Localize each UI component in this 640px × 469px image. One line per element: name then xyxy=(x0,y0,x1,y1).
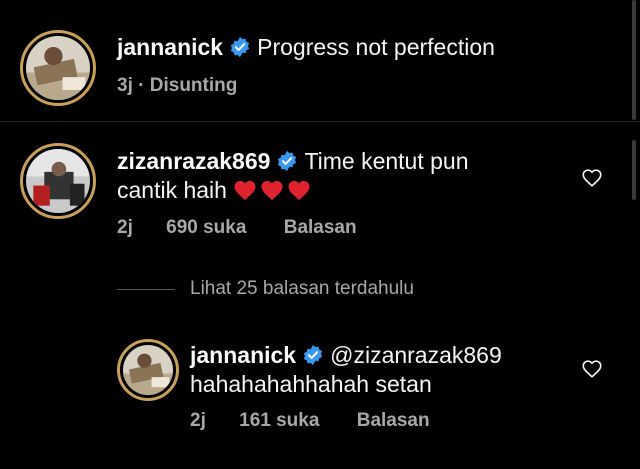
reply-avatar[interactable] xyxy=(117,339,179,401)
heart-emoji-icon xyxy=(287,179,311,201)
comment-username[interactable]: zizanrazak869 xyxy=(117,148,270,174)
reply-line-2: hahahahahhahah setan xyxy=(190,370,432,398)
reply-time: 2j xyxy=(190,410,206,431)
caption-edited: Disunting xyxy=(149,75,238,96)
comment-like-heart-icon[interactable] xyxy=(581,167,603,189)
comment-line-2: cantik haih xyxy=(117,176,314,204)
profile-photo-icon xyxy=(26,36,90,100)
comment-time: 2j xyxy=(117,217,133,238)
caption-separator: · xyxy=(138,75,145,96)
reply-like-heart-icon[interactable] xyxy=(581,358,603,380)
comment-meta: 2j 690 suka Balasan xyxy=(117,217,357,239)
reply-mention[interactable]: @zizanrazak869 xyxy=(330,342,502,368)
reply-reply-button[interactable]: Balasan xyxy=(357,410,430,431)
comment-text-line1: Time kentut pun xyxy=(304,148,469,174)
caption-line: jannanick Progress not perfection xyxy=(117,33,495,61)
caption-meta: 3j · Disunting xyxy=(117,75,237,97)
comment-reply-button[interactable]: Balasan xyxy=(284,217,357,238)
scrollbar[interactable] xyxy=(632,0,636,120)
heart-emoji-icon xyxy=(233,179,257,201)
verified-badge-icon xyxy=(302,344,324,366)
reply-meta: 2j 161 suka Balasan xyxy=(190,410,430,432)
comment-avatar[interactable] xyxy=(20,143,96,219)
reply-line-1: jannanick @zizanrazak869 xyxy=(190,341,502,369)
comment-text-line2: cantik haih xyxy=(117,177,227,203)
caption-time: 3j xyxy=(117,75,133,96)
profile-photo-icon xyxy=(123,345,173,395)
caption-username[interactable]: jannanick xyxy=(117,34,223,60)
comment-line-1: zizanrazak869 Time kentut pun xyxy=(117,147,469,175)
caption-text: Progress not perfection xyxy=(257,34,495,60)
profile-photo-icon xyxy=(26,149,90,213)
verified-badge-icon xyxy=(276,150,298,172)
reply-likes[interactable]: 161 suka xyxy=(239,410,319,431)
view-previous-replies-button[interactable]: Lihat 25 balasan terdahulu xyxy=(190,278,414,300)
reply-text: hahahahahhahah setan xyxy=(190,371,432,397)
comment-likes[interactable]: 690 suka xyxy=(166,217,246,238)
scrollbar-thumb[interactable] xyxy=(632,140,636,200)
reply-username[interactable]: jannanick xyxy=(190,342,296,368)
caption-avatar[interactable] xyxy=(20,30,96,106)
view-replies-line xyxy=(117,289,175,290)
heart-emoji-icon xyxy=(260,179,284,201)
caption-divider xyxy=(0,121,640,122)
verified-badge-icon xyxy=(229,36,251,58)
